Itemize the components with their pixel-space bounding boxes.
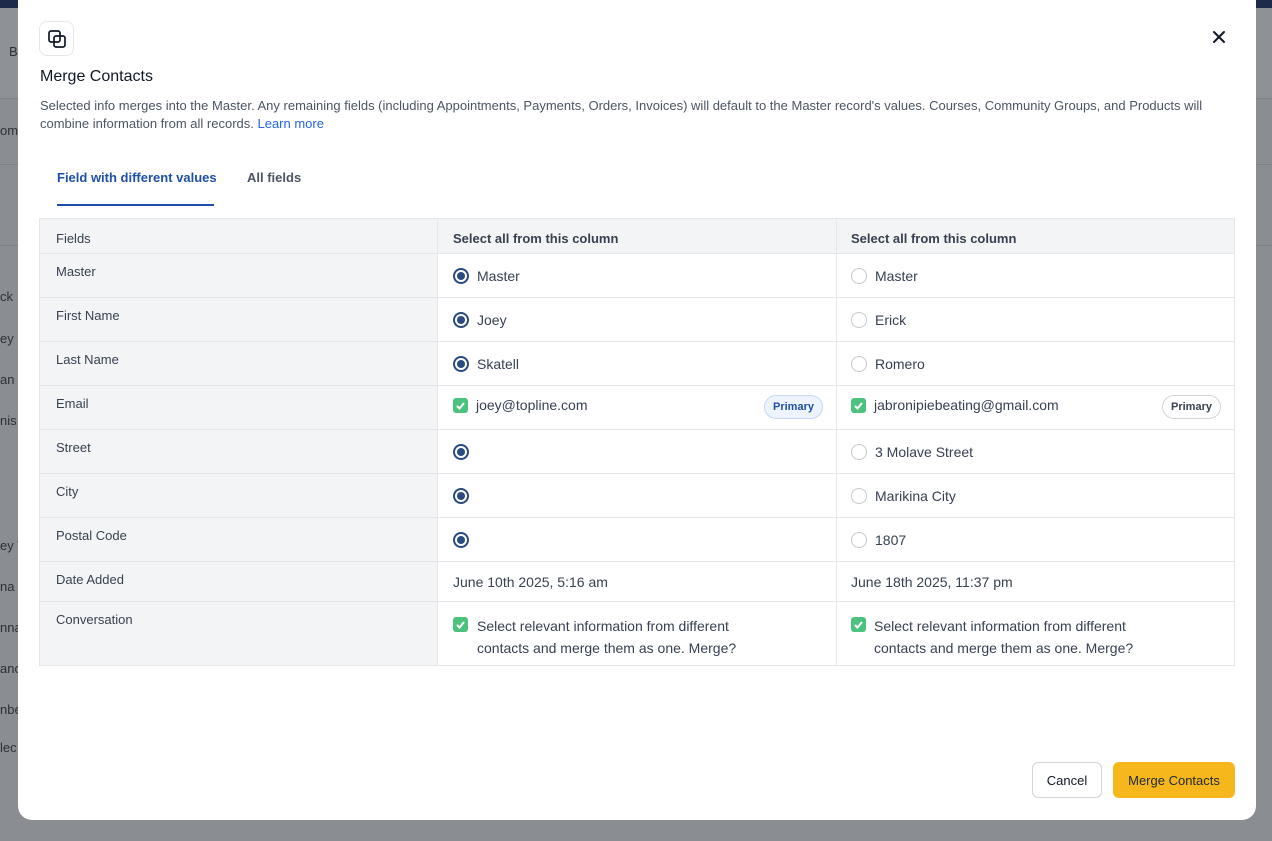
modal-title: Merge Contacts bbox=[40, 68, 153, 85]
field-label: Conversation bbox=[40, 602, 438, 665]
street-option-2[interactable]: 3 Molave Street bbox=[837, 430, 1234, 473]
postal-code-option-1[interactable] bbox=[438, 518, 837, 561]
checkbox-checked[interactable] bbox=[851, 617, 866, 632]
first-name-option-2[interactable]: Erick bbox=[837, 298, 1234, 341]
header-fields: Fields bbox=[40, 219, 438, 253]
active-tab-indicator bbox=[57, 204, 214, 206]
conversation-text: Select relevant information from differe… bbox=[874, 618, 1134, 656]
merge-table: Fields Select all from this column Selec… bbox=[39, 218, 1235, 666]
radio-unselected[interactable] bbox=[851, 312, 867, 328]
email-option-1[interactable]: joey@topline.com Primary bbox=[438, 386, 837, 429]
radio-unselected[interactable] bbox=[851, 488, 867, 504]
table-header-row: Fields Select all from this column Selec… bbox=[40, 219, 1234, 254]
radio-unselected[interactable] bbox=[851, 444, 867, 460]
select-all-column-1[interactable]: Select all from this column bbox=[438, 219, 837, 253]
radio-selected[interactable] bbox=[453, 488, 469, 504]
table-row: Email joey@topline.com Primary jabronipi… bbox=[40, 386, 1234, 430]
field-label: Postal Code bbox=[40, 518, 438, 561]
merge-contacts-button[interactable]: Merge Contacts bbox=[1113, 762, 1235, 798]
last-name-option-1[interactable]: Skatell bbox=[438, 342, 837, 385]
field-label: Email bbox=[40, 386, 438, 429]
radio-selected[interactable] bbox=[453, 532, 469, 548]
first-name-option-1[interactable]: Joey bbox=[438, 298, 837, 341]
table-row: Postal Code 1807 bbox=[40, 518, 1234, 562]
table-row: City Marikina City bbox=[40, 474, 1234, 518]
radio-selected[interactable] bbox=[453, 268, 469, 284]
field-label: First Name bbox=[40, 298, 438, 341]
conversation-option-2[interactable]: Select relevant information from differe… bbox=[837, 602, 1234, 665]
checkbox-checked[interactable] bbox=[453, 397, 468, 413]
radio-selected[interactable] bbox=[453, 356, 469, 372]
field-label: Date Added bbox=[40, 562, 438, 601]
checkmark-icon bbox=[456, 401, 465, 410]
background-row-fragment: nis bbox=[0, 413, 17, 428]
description-text: Selected info merges into the Master. An… bbox=[40, 98, 1203, 131]
learn-more-link[interactable]: Learn more bbox=[257, 116, 323, 131]
background-row-fragment: ck bbox=[0, 289, 13, 304]
field-label: City bbox=[40, 474, 438, 517]
city-option-2[interactable]: Marikina City bbox=[837, 474, 1234, 517]
table-row: Last Name Skatell Romero bbox=[40, 342, 1234, 386]
checkmark-icon bbox=[854, 401, 863, 410]
table-row: First Name Joey Erick bbox=[40, 298, 1234, 342]
conversation-text: Select relevant information from differe… bbox=[477, 618, 737, 656]
radio-unselected[interactable] bbox=[851, 356, 867, 372]
background-row-fragment: na bbox=[0, 579, 15, 594]
modal-description: Selected info merges into the Master. An… bbox=[40, 97, 1235, 133]
checkmark-icon bbox=[854, 621, 863, 629]
merge-contacts-modal: Merge Contacts Selected info merges into… bbox=[18, 0, 1256, 820]
cancel-button[interactable]: Cancel bbox=[1032, 762, 1102, 798]
primary-badge: Primary bbox=[1162, 395, 1221, 419]
field-label: Street bbox=[40, 430, 438, 473]
background-row-fragment: B bbox=[9, 44, 18, 59]
tab-all-fields[interactable]: All fields bbox=[247, 170, 301, 185]
select-all-column-2[interactable]: Select all from this column bbox=[837, 219, 1234, 253]
table-row: Date Added June 10th 2025, 5:16 am June … bbox=[40, 562, 1234, 602]
checkmark-icon bbox=[456, 621, 465, 629]
last-name-option-2[interactable]: Romero bbox=[837, 342, 1234, 385]
postal-code-option-2[interactable]: 1807 bbox=[837, 518, 1234, 561]
table-row: Conversation Select relevant information… bbox=[40, 602, 1234, 665]
radio-unselected[interactable] bbox=[851, 268, 867, 284]
master-option-2[interactable]: Master bbox=[837, 254, 1234, 297]
field-label: Master bbox=[40, 254, 438, 297]
close-button[interactable] bbox=[1208, 26, 1230, 48]
field-label: Last Name bbox=[40, 342, 438, 385]
city-option-1[interactable] bbox=[438, 474, 837, 517]
background-row-fragment: lec bbox=[0, 740, 17, 755]
background-row-fragment: an bbox=[0, 372, 15, 387]
date-added-value-2: June 18th 2025, 11:37 pm bbox=[851, 574, 1013, 590]
date-added-value-1: June 10th 2025, 5:16 am bbox=[438, 562, 837, 601]
radio-selected[interactable] bbox=[453, 312, 469, 328]
radio-selected[interactable] bbox=[453, 444, 469, 460]
close-icon bbox=[1213, 31, 1225, 43]
street-option-1[interactable] bbox=[438, 430, 837, 473]
table-row: Street 3 Molave Street bbox=[40, 430, 1234, 474]
master-option-1[interactable]: Master bbox=[438, 254, 837, 297]
checkbox-checked[interactable] bbox=[453, 617, 468, 632]
table-row: Master Master Master bbox=[40, 254, 1234, 298]
radio-unselected[interactable] bbox=[851, 532, 867, 548]
email-option-2[interactable]: jabronipiebeating@gmail.com Primary bbox=[837, 386, 1234, 429]
primary-badge: Primary bbox=[764, 395, 823, 419]
tab-field-with-different-values[interactable]: Field with different values bbox=[57, 170, 217, 185]
conversation-option-1[interactable]: Select relevant information from differe… bbox=[438, 602, 837, 665]
checkbox-checked[interactable] bbox=[851, 397, 866, 413]
copy-icon bbox=[39, 21, 74, 56]
